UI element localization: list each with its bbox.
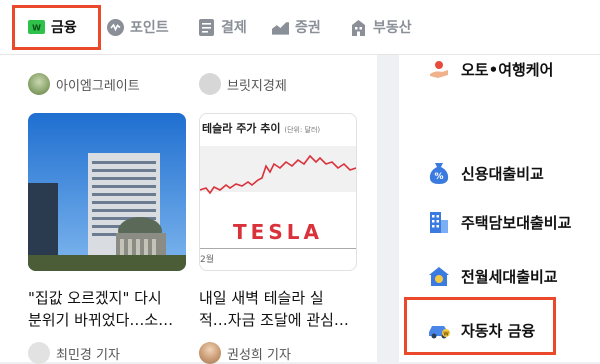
top-nav: W 금융 포인트 결제 증권 부동산 [0, 0, 600, 55]
svg-text:W: W [32, 24, 41, 33]
article-source[interactable]: 아이엠그레이트 [28, 73, 140, 95]
article-thumbnail[interactable] [28, 113, 186, 271]
finance-icon: W [28, 19, 45, 36]
svg-text:%: % [434, 172, 443, 182]
svg-text:W: W [443, 331, 449, 337]
point-icon [107, 18, 124, 36]
avatar [28, 342, 50, 364]
tab-label: 부동산 [373, 20, 412, 36]
sidebar-item-car-finance[interactable]: W 자동차 금융 [427, 318, 535, 342]
news-panel: 아이엠그레이트 "집값 오르겠지" 다시 분위기 바뀌었다…소… 최민경 기자 … [0, 55, 377, 364]
travel-care-icon [427, 57, 451, 81]
sidebar-item-rent-loan[interactable]: 전월세대출비교 [427, 264, 558, 288]
tab-finance[interactable]: W 금융 [28, 0, 77, 54]
sidebar-item-credit-loan[interactable]: % 신용대출비교 [427, 161, 544, 185]
avatar [199, 342, 221, 364]
article-thumbnail[interactable]: 테슬라 주가 추이 (단위: 달러) TESLA 2월 [199, 113, 357, 271]
source-logo-icon [28, 73, 50, 95]
rent-loan-icon [427, 264, 451, 288]
credit-loan-icon: % [427, 161, 451, 185]
sidebar-item-mortgage[interactable]: 주택담보대출비교 [427, 210, 571, 234]
article-headline[interactable]: "집값 오르겠지" 다시 분위기 바뀌었다…소… [28, 287, 188, 331]
stock-icon [272, 19, 289, 36]
tab-realestate[interactable]: 부동산 [350, 0, 412, 54]
tab-label: 금융 [51, 20, 77, 36]
tesla-logo: TESLA [233, 220, 323, 244]
tab-label: 증권 [295, 20, 321, 36]
panel-divider [377, 55, 399, 362]
payment-icon [198, 18, 215, 36]
source-logo-icon [199, 73, 221, 95]
article-headline[interactable]: 내일 새벽 테슬라 실 적…자금 조달에 관심… [199, 287, 359, 331]
article-author[interactable]: 최민경 기자 [28, 342, 120, 364]
realestate-icon [350, 19, 367, 36]
article-source[interactable]: 브릿지경제 [199, 73, 287, 95]
article-author[interactable]: 권성희 기자 [199, 342, 291, 364]
mortgage-icon [427, 210, 451, 234]
tab-point[interactable]: 포인트 [107, 0, 169, 54]
tab-label: 포인트 [130, 20, 169, 36]
tab-payment[interactable]: 결제 [198, 0, 247, 54]
tab-label: 결제 [221, 20, 247, 36]
tab-stock[interactable]: 증권 [272, 0, 321, 54]
car-finance-icon: W [427, 318, 451, 342]
finance-service-list: 오토•여행케어 % 신용대출비교 주택담보대출비교 전월세대출비교 W 자동차 … [399, 55, 600, 362]
sidebar-item-travel-care[interactable]: 오토•여행케어 [427, 57, 553, 81]
